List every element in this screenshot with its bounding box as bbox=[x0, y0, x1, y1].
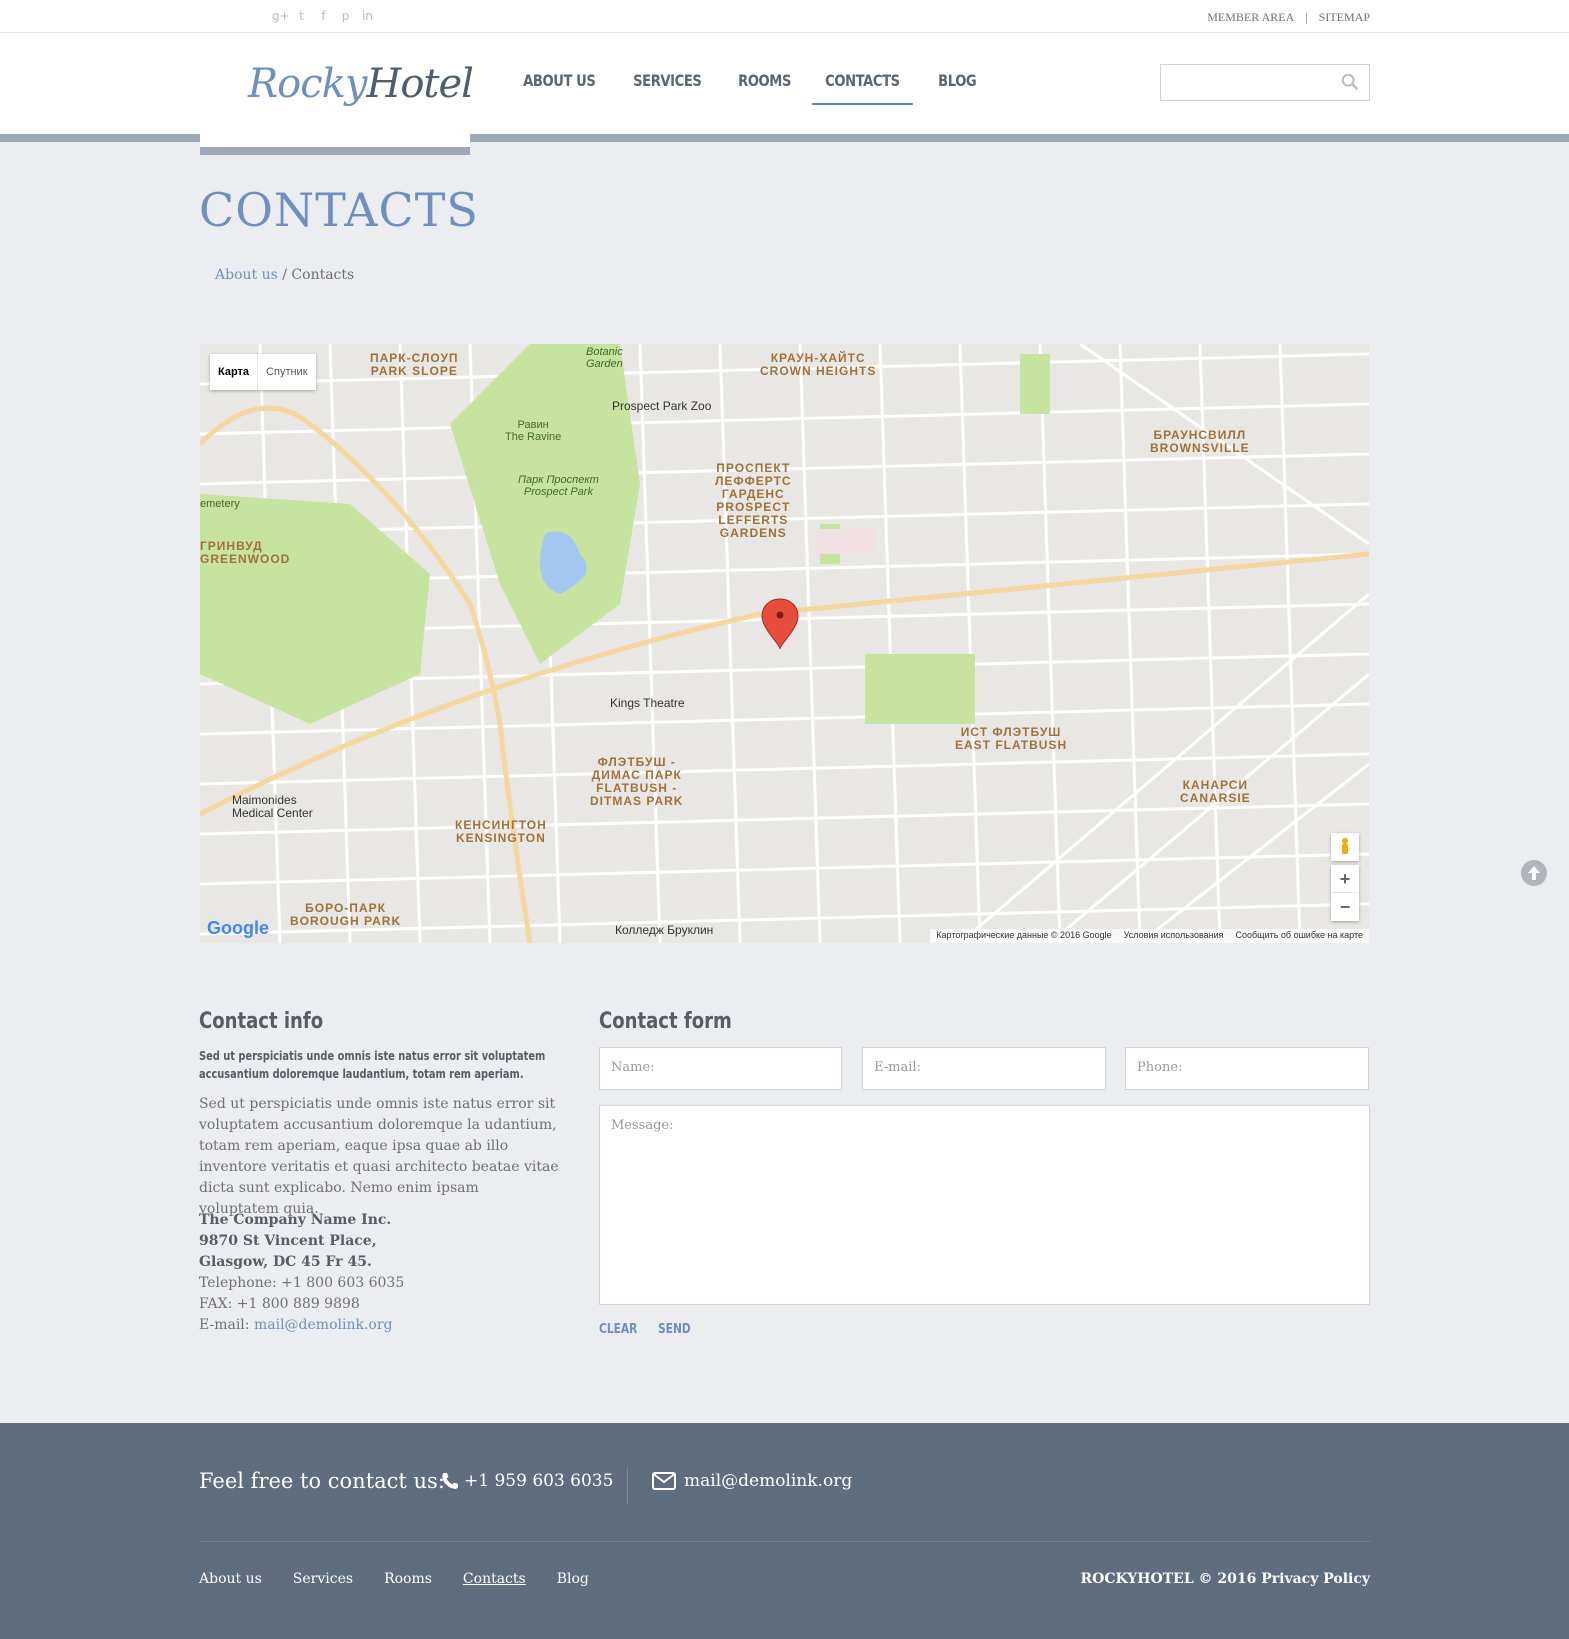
phone-icon bbox=[442, 1473, 458, 1489]
zoom-out-button[interactable]: − bbox=[1331, 893, 1359, 921]
map-label-botanic: Botanic Garden bbox=[586, 346, 623, 370]
sitemap-link[interactable]: SITEMAP bbox=[1319, 10, 1370, 25]
logo-container[interactable]: RockyHotel bbox=[200, 33, 474, 155]
contact-info-lead: Sed ut perspiciatis unde omnis iste natu… bbox=[199, 1049, 546, 1081]
footer-divider bbox=[627, 1467, 628, 1505]
contact-info-title: Contact info bbox=[199, 1009, 324, 1034]
footer-nav: About us Services Rooms Contacts Blog bbox=[199, 1571, 589, 1587]
search-input[interactable] bbox=[1160, 64, 1370, 101]
footer-phone-number: +1 959 603 6035 bbox=[464, 1471, 614, 1491]
map-label-lefferts: ПРОСПЕКТ ЛЕФФЕРТС ГАРДЕНС PROSPECT LEFFE… bbox=[715, 461, 792, 540]
arrow-up-icon bbox=[1528, 866, 1540, 880]
map-label-brownsville: БРАУНСВИЛЛ BROWNSVILLE bbox=[1150, 428, 1250, 455]
facebook-icon[interactable]: f bbox=[316, 9, 331, 24]
company-name: The Company Name Inc. bbox=[199, 1212, 392, 1228]
map-label-park-slope: ПАРК-СЛОУП PARK SLOPE bbox=[370, 351, 459, 378]
pinterest-icon[interactable]: p bbox=[338, 9, 353, 24]
linkedin-icon[interactable]: in bbox=[360, 9, 375, 24]
email-line: E-mail: mail@demolink.org bbox=[199, 1315, 404, 1336]
map-label-borough-park: БОРО-ПАРК BOROUGH PARK bbox=[290, 901, 402, 928]
map-label-prospect-park: Парк Проспект Prospect Park bbox=[518, 474, 599, 498]
map-label-ravine: Равин The Ravine bbox=[505, 419, 562, 443]
nav-services[interactable]: SERVICES bbox=[620, 33, 715, 105]
footer-email[interactable]: mail@demolink.org bbox=[652, 1471, 852, 1491]
scroll-to-top-button[interactable] bbox=[1521, 860, 1547, 886]
clear-button[interactable]: CLEAR bbox=[599, 1322, 637, 1337]
top-links-separator: | bbox=[1305, 10, 1308, 24]
map-label-kensington: КЕНСИНГТОН KENSINGTON bbox=[455, 818, 547, 845]
map-label-maimonides: Maimonides Medical Center bbox=[232, 793, 313, 820]
map-label-east-flatbush: ИСТ ФЛЭТБУШ EAST FLATBUSH bbox=[955, 725, 1068, 752]
map-label-canarsie: КАНАРСИ CANARSIE bbox=[1180, 778, 1251, 805]
map-label-greenwood: ГРИНВУД GREENWOOD bbox=[200, 539, 291, 566]
company-address: The Company Name Inc. 9870 St Vincent Pl… bbox=[199, 1210, 391, 1273]
nav-blog[interactable]: BLOG bbox=[925, 33, 989, 105]
breadcrumb-separator: / bbox=[282, 267, 287, 283]
footer-cta: Feel free to contact us: bbox=[199, 1469, 445, 1493]
zoom-controls: + − bbox=[1331, 865, 1359, 921]
telephone: Telephone: +1 800 603 6035 bbox=[199, 1275, 405, 1291]
nav-contacts[interactable]: CONTACTS bbox=[811, 33, 913, 105]
name-field[interactable]: Name: bbox=[599, 1047, 842, 1090]
page-title: CONTACTS bbox=[199, 183, 479, 237]
google-plus-icon[interactable]: g+ bbox=[272, 9, 290, 24]
send-button[interactable]: SEND bbox=[658, 1322, 691, 1337]
breadcrumb: About us / Contacts bbox=[215, 267, 354, 283]
footer-copyright[interactable]: ROCKYHOTEL © 2016 Privacy Policy bbox=[1081, 1571, 1370, 1587]
mail-icon bbox=[652, 1472, 676, 1490]
map-report-link[interactable]: Сообщить об ошибке на карте bbox=[1236, 930, 1363, 942]
map[interactable]: ПАРК-СЛОУП PARK SLOPE КРАУН-ХАЙТС CROWN … bbox=[200, 344, 1369, 943]
fax: FAX: +1 800 889 9898 bbox=[199, 1296, 360, 1312]
email-link[interactable]: mail@demolink.org bbox=[254, 1317, 393, 1333]
phone-field[interactable]: Phone: bbox=[1125, 1047, 1369, 1090]
message-field[interactable]: Message: bbox=[599, 1105, 1370, 1305]
footer: Feel free to contact us: +1 959 603 6035… bbox=[0, 1423, 1569, 1639]
breadcrumb-about-us[interactable]: About us bbox=[215, 267, 278, 283]
nav-rooms[interactable]: ROOMS bbox=[725, 33, 804, 105]
main-nav: ABOUT US SERVICES ROOMS CONTACTS BLOG bbox=[510, 33, 993, 105]
pegman-icon[interactable] bbox=[1331, 833, 1359, 861]
map-label-college: Колледж Бруклин bbox=[615, 923, 714, 937]
map-label-flatbush: ФЛЭТБУШ - ДИМАС ПАРК FLATBUSH - DITMAS P… bbox=[590, 755, 684, 808]
map-label-zoo: Prospect Park Zoo bbox=[612, 399, 712, 413]
map-label-cemetery: emetery bbox=[200, 498, 240, 510]
twitter-icon[interactable]: t bbox=[294, 9, 309, 24]
map-attribution: Картографические данные © 2016 Google Ус… bbox=[930, 929, 1369, 943]
address-line-1: 9870 St Vincent Place, bbox=[199, 1233, 377, 1249]
address-line-2: Glasgow, DC 45 Fr 45. bbox=[199, 1254, 372, 1270]
contact-form-title: Contact form bbox=[599, 1009, 732, 1034]
map-data-attribution: Картографические данные © 2016 Google bbox=[936, 930, 1112, 940]
footer-nav-blog[interactable]: Blog bbox=[557, 1571, 589, 1587]
map-label-kings-theatre: Kings Theatre bbox=[610, 696, 685, 710]
footer-nav-services[interactable]: Services bbox=[293, 1571, 353, 1587]
map-type-map-button[interactable]: Карта bbox=[210, 354, 257, 390]
footer-nav-contacts[interactable]: Contacts bbox=[463, 1571, 526, 1587]
map-label-crown-heights: КРАУН-ХАЙТС CROWN HEIGHTS bbox=[760, 351, 877, 378]
logo[interactable]: RockyHotel bbox=[248, 61, 474, 107]
member-area-link[interactable]: MEMBER AREA bbox=[1207, 10, 1294, 25]
zoom-in-button[interactable]: + bbox=[1331, 865, 1359, 893]
email-field[interactable]: E-mail: bbox=[862, 1047, 1106, 1090]
footer-nav-rooms[interactable]: Rooms bbox=[384, 1571, 432, 1587]
breadcrumb-current: Contacts bbox=[291, 267, 355, 283]
top-bar: g+ t f p in MEMBER AREA | SITEMAP bbox=[0, 0, 1569, 33]
search-icon[interactable] bbox=[1341, 73, 1359, 91]
contact-info-body: Sed ut perspiciatis unde omnis iste natu… bbox=[199, 1096, 559, 1217]
contact-details: Telephone: +1 800 603 6035 FAX: +1 800 8… bbox=[199, 1273, 404, 1336]
top-links: MEMBER AREA | SITEMAP bbox=[1207, 10, 1370, 25]
form-buttons: CLEAR SEND bbox=[599, 1322, 698, 1337]
map-type-satellite-button[interactable]: Спутник bbox=[257, 354, 315, 390]
map-terms-link[interactable]: Условия использования bbox=[1124, 930, 1224, 942]
google-logo[interactable]: Google bbox=[207, 918, 269, 939]
footer-nav-about-us[interactable]: About us bbox=[199, 1571, 262, 1587]
footer-phone[interactable]: +1 959 603 6035 bbox=[440, 1471, 613, 1491]
email-label: E-mail: bbox=[199, 1317, 254, 1333]
logo-part2: Hotel bbox=[366, 61, 474, 107]
footer-rule bbox=[199, 1541, 1370, 1542]
social-links: g+ t f p in bbox=[272, 9, 375, 24]
nav-about-us[interactable]: ABOUT US bbox=[510, 33, 609, 105]
map-type-control: Карта Спутник bbox=[210, 354, 316, 390]
footer-email-address: mail@demolink.org bbox=[684, 1471, 853, 1491]
logo-part1: Rocky bbox=[248, 61, 367, 107]
